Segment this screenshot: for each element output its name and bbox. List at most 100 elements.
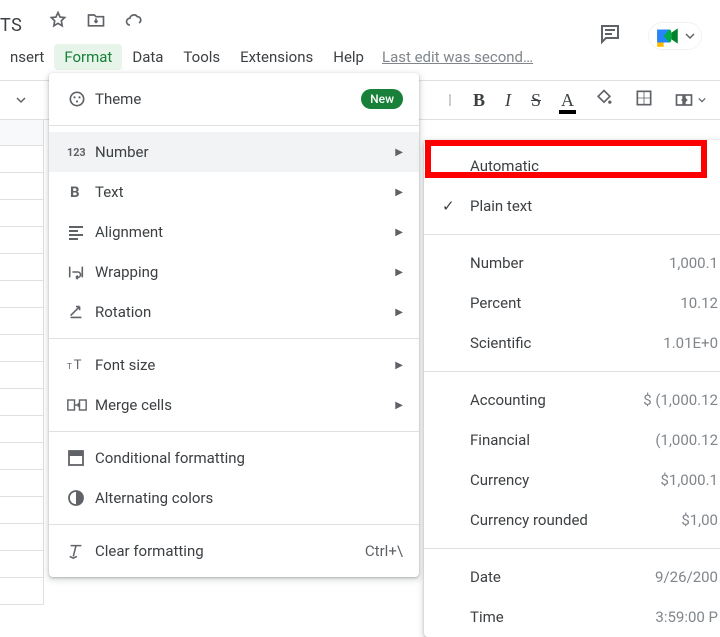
menu-rotation-label: Rotation (95, 303, 395, 321)
check-icon: ✓ (442, 197, 470, 215)
last-edit-link[interactable]: Last edit was second… (382, 48, 533, 66)
menu-alignment[interactable]: Alignment ▶ (49, 212, 419, 252)
submenu-arrow-icon: ▶ (395, 360, 403, 371)
number-icon: 123 (67, 144, 95, 160)
number-currency-label: Currency (470, 471, 661, 489)
menu-rotation[interactable]: Rotation ▶ (49, 292, 419, 332)
conditional-formatting-icon (67, 449, 95, 467)
number-financial-sample: (1,000.12 (655, 431, 718, 449)
font-size-icon: TT (67, 356, 95, 374)
menu-tools[interactable]: Tools (173, 44, 230, 70)
menu-alternating-colors-label: Alternating colors (95, 489, 403, 507)
comments-icon[interactable] (598, 22, 622, 50)
number-plain-text[interactable]: ✓ Plain text (424, 186, 720, 226)
number-financial-label: Financial (470, 431, 655, 449)
clear-formatting-icon (67, 542, 95, 560)
number-automatic[interactable]: Automatic (424, 146, 720, 186)
submenu-arrow-icon: ▶ (395, 267, 403, 278)
menu-wrapping-label: Wrapping (95, 263, 395, 281)
number-time[interactable]: Time 3:59:00 P (424, 597, 720, 637)
svg-text:T: T (67, 362, 72, 372)
menu-theme-label: Theme (95, 90, 361, 108)
menu-extensions[interactable]: Extensions (230, 44, 323, 70)
italic-button[interactable]: I (505, 90, 511, 111)
menu-merge-cells-label: Merge cells (95, 396, 395, 414)
cloud-icon[interactable] (124, 10, 144, 34)
menu-clear-formatting[interactable]: Clear formatting Ctrl+\ (49, 531, 419, 571)
theme-icon (67, 89, 95, 109)
format-dropdown: Theme New 123 Number ▶ B Text ▶ Alignmen… (49, 73, 419, 577)
number-time-label: Time (470, 608, 655, 626)
number-currency-rounded[interactable]: Currency rounded $1,00 (424, 500, 720, 540)
alternating-colors-icon (67, 489, 95, 507)
number-accounting-sample: $ (1,000.12 (643, 391, 718, 409)
wrapping-icon (67, 263, 95, 281)
text-icon: B (67, 183, 95, 201)
merge-cells-icon (67, 396, 95, 414)
bold-button[interactable]: B (473, 90, 485, 111)
number-scientific-label: Scientific (470, 334, 663, 352)
number-date[interactable]: Date 9/26/200 (424, 557, 720, 597)
menu-alternating-colors[interactable]: Alternating colors (49, 478, 419, 518)
menu-text-label: Text (95, 183, 395, 201)
menu-clear-formatting-label: Clear formatting (95, 542, 365, 560)
menu-insert[interactable]: nsert (0, 44, 54, 70)
number-automatic-label: Automatic (470, 157, 718, 175)
alignment-icon (67, 223, 95, 241)
submenu-arrow-icon: ▶ (395, 400, 403, 411)
clear-formatting-shortcut: Ctrl+\ (365, 542, 403, 560)
menu-format[interactable]: Format (54, 44, 122, 70)
number-accounting-label: Accounting (470, 391, 643, 409)
borders-button[interactable] (634, 88, 654, 112)
sheet-row-headers (0, 120, 44, 606)
menu-number[interactable]: 123 Number ▶ (49, 132, 419, 172)
number-currency-rounded-label: Currency rounded (470, 511, 681, 529)
submenu-arrow-icon: ▶ (395, 307, 403, 318)
number-date-sample: 9/26/200 (655, 568, 718, 586)
menu-wrapping[interactable]: Wrapping ▶ (49, 252, 419, 292)
number-plain-text-label: Plain text (470, 197, 718, 215)
number-percent-label: Percent (470, 294, 680, 312)
star-icon[interactable] (48, 10, 68, 34)
number-scientific[interactable]: Scientific 1.01E+0 (424, 323, 720, 363)
menubar: nsert Format Data Tools Extensions Help … (0, 42, 533, 72)
svg-text:T: T (74, 358, 82, 373)
menu-conditional-formatting-label: Conditional formatting (95, 449, 403, 467)
toolbar-dropdown[interactable] (0, 81, 42, 119)
number-accounting[interactable]: Accounting $ (1,000.12 (424, 380, 720, 420)
submenu-arrow-icon: ▶ (395, 147, 403, 158)
menu-number-label: Number (95, 143, 395, 161)
new-badge: New (361, 89, 403, 109)
submenu-arrow-icon: ▶ (395, 227, 403, 238)
menu-font-size[interactable]: TT Font size ▶ (49, 345, 419, 385)
submenu-arrow-icon: ▶ (395, 187, 403, 198)
merge-cells-button[interactable] (674, 90, 706, 110)
menu-theme[interactable]: Theme New (49, 79, 419, 119)
svg-text:123: 123 (67, 146, 86, 159)
menu-data[interactable]: Data (122, 44, 173, 70)
number-number-label: Number (470, 254, 669, 272)
doc-title-fragment: TS (0, 15, 22, 36)
number-percent[interactable]: Percent 10.12 (424, 283, 720, 323)
meet-button[interactable] (648, 22, 702, 50)
number-number[interactable]: Number 1,000.1 (424, 243, 720, 283)
number-scientific-sample: 1.01E+0 (663, 334, 718, 352)
menu-text[interactable]: B Text ▶ (49, 172, 419, 212)
move-icon[interactable] (86, 10, 106, 34)
number-currency-rounded-sample: $1,00 (681, 511, 718, 529)
menu-alignment-label: Alignment (95, 223, 395, 241)
text-color-button[interactable]: A (561, 90, 574, 111)
menu-conditional-formatting[interactable]: Conditional formatting (49, 438, 419, 478)
svg-text:B: B (70, 183, 80, 201)
rotation-icon (67, 303, 95, 321)
number-number-sample: 1,000.1 (669, 254, 718, 272)
fill-color-button[interactable] (594, 88, 614, 112)
number-financial[interactable]: Financial (1,000.12 (424, 420, 720, 460)
number-currency[interactable]: Currency $1,000.1 (424, 460, 720, 500)
menu-merge-cells[interactable]: Merge cells ▶ (49, 385, 419, 425)
number-submenu: Automatic ✓ Plain text Number 1,000.1 Pe… (424, 140, 720, 637)
menu-font-size-label: Font size (95, 356, 395, 374)
strikethrough-button[interactable]: S (531, 90, 541, 111)
menu-help[interactable]: Help (323, 44, 374, 70)
toolbar-separator (447, 94, 453, 106)
